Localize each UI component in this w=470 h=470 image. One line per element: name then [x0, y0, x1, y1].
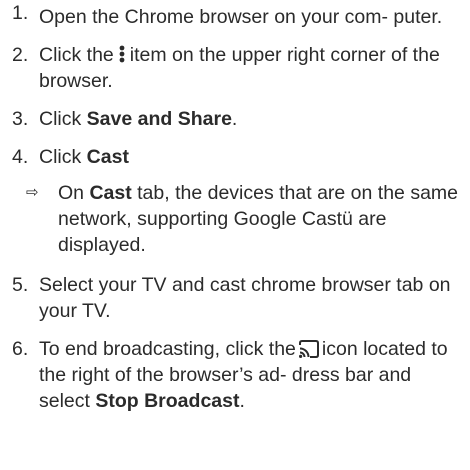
- step-1: 1. Open the Chrome browser on your com- …: [12, 0, 462, 30]
- step-text-after: .: [239, 390, 245, 412]
- step-6: 6. To end broadcasting, click the icon lo…: [12, 336, 462, 414]
- step-text-before: Click: [39, 146, 87, 168]
- step-text-before: Click the: [39, 44, 114, 66]
- step-text: Open the Chrome browser on your com- put…: [39, 6, 443, 28]
- step-text-after: .: [231, 108, 238, 130]
- cast-label: Cast: [86, 146, 129, 168]
- step-4: 4. Click Cast: [12, 144, 462, 170]
- step-number: 3.: [12, 108, 29, 130]
- step-number: 1.: [12, 2, 29, 24]
- step-number: 2.: [12, 44, 29, 66]
- cast-tab-label: Cast: [89, 182, 132, 204]
- step-number: 6.: [12, 338, 29, 360]
- result-text-before: On: [58, 182, 90, 204]
- step-text-before: To end broadcasting, click the: [39, 338, 296, 360]
- save-and-share-label: Save and Share: [86, 108, 232, 130]
- step-text-before: Click: [39, 108, 87, 130]
- step-number: 5.: [12, 274, 29, 296]
- instructions-page: 1. Open the Chrome browser on your com- …: [0, 0, 470, 470]
- step-5: 5. Select your TV and cast chrome browse…: [12, 272, 462, 324]
- step-2: 2. Click the item on the upper right corn…: [12, 42, 462, 94]
- stop-broadcast-label: Stop Broadcast: [95, 390, 240, 412]
- result-arrow-icon: ⇨: [26, 184, 39, 201]
- step-text: Select your TV and cast chrome browser t…: [39, 274, 451, 322]
- cast-icon: [298, 339, 320, 358]
- steps-list: 1. Open the Chrome browser on your com- …: [12, 0, 462, 414]
- step-number: 4.: [12, 146, 29, 168]
- three-dot-menu-icon: [118, 44, 126, 63]
- step-4-result: ⇨ On Cast tab, the devices that are on t…: [12, 180, 462, 258]
- step-3: 3. Click Save and Share.: [12, 106, 462, 132]
